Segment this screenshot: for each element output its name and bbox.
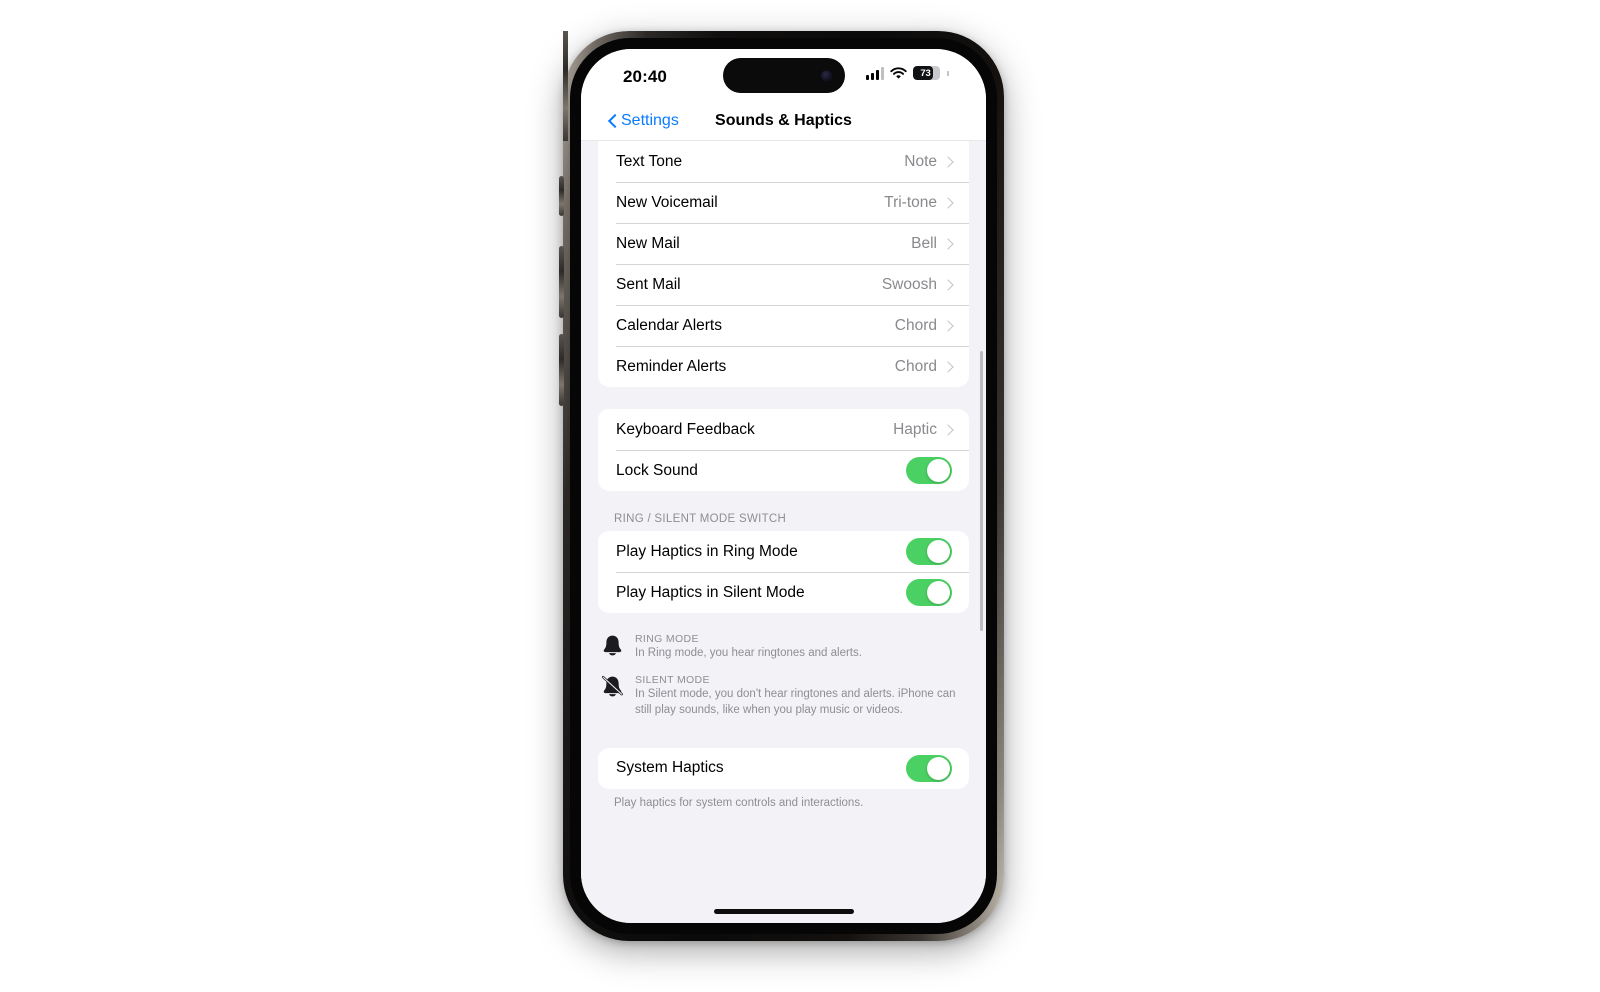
row-value: Tri-tone: [884, 193, 937, 211]
navigation-bar: Settings Sounds & Haptics: [581, 101, 986, 141]
chevron-right-icon: [944, 237, 952, 250]
volume-down-button[interactable]: [559, 334, 564, 406]
row-label: Play Haptics in Silent Mode: [616, 583, 805, 601]
chevron-left-icon: [608, 113, 617, 129]
vertical-scrollbar[interactable]: [980, 351, 983, 631]
system-haptics-footer: Play haptics for system controls and int…: [614, 796, 864, 809]
table-row[interactable]: New Mail Bell: [598, 223, 969, 264]
table-row[interactable]: Play Haptics in Ring Mode: [598, 531, 969, 572]
wifi-icon: [890, 66, 907, 80]
chevron-right-icon: [944, 196, 952, 209]
front-camera-icon: [820, 70, 832, 81]
back-button[interactable]: Settings: [608, 112, 679, 130]
chevron-right-icon: [944, 319, 952, 332]
row-label: Sent Mail: [616, 275, 681, 293]
row-label: Calendar Alerts: [616, 316, 722, 334]
ring-silent-group: Play Haptics in Ring Mode Play Haptics i…: [598, 531, 969, 613]
info-row-silent-mode: Silent Mode In Silent mode, you don't he…: [599, 674, 968, 718]
row-label: Keyboard Feedback: [616, 420, 755, 438]
chevron-right-icon: [944, 155, 952, 168]
toggle-knob: [927, 540, 950, 563]
row-label: Lock Sound: [616, 461, 698, 479]
settings-scroll-view[interactable]: Text Tone Note New Voicemail Tri-tone Ne…: [581, 141, 986, 923]
info-row-ring-mode: Ring Mode In Ring mode, you hear rington…: [599, 633, 968, 661]
cellular-bars-icon: [866, 66, 884, 80]
page-title: Sounds & Haptics: [715, 111, 852, 129]
ring-silent-info-block: Ring Mode In Ring mode, you hear rington…: [581, 613, 986, 718]
bell-icon: [599, 633, 625, 657]
toggle-knob: [927, 756, 950, 780]
status-bar: 20:40 73: [581, 49, 986, 101]
iphone-screen: 20:40 73 Settings Sounds & Haptics Text …: [581, 49, 986, 923]
info-description: In Ring mode, you hear ringtones and ale…: [635, 647, 862, 659]
chevron-right-icon: [944, 278, 952, 291]
table-row[interactable]: New Voicemail Tri-tone: [598, 182, 969, 223]
table-row[interactable]: Lock Sound: [598, 450, 969, 491]
action-button[interactable]: [559, 176, 564, 216]
table-row[interactable]: Text Tone Note: [598, 141, 969, 182]
table-row[interactable]: System Haptics: [598, 748, 969, 789]
system-haptics-group: System Haptics: [598, 747, 969, 789]
table-row[interactable]: Reminder Alerts Chord: [598, 346, 969, 387]
play-haptics-silent-mode-toggle[interactable]: [906, 579, 952, 606]
row-label: Reminder Alerts: [616, 357, 727, 375]
lock-sound-toggle[interactable]: [906, 457, 952, 484]
row-label: New Voicemail: [616, 193, 718, 211]
table-row[interactable]: Keyboard Feedback Haptic: [598, 409, 969, 450]
status-bar-clock: 20:40: [623, 67, 667, 86]
bell-slash-icon: [599, 674, 625, 698]
battery-icon: 73: [913, 66, 940, 80]
info-title: Ring Mode: [635, 633, 699, 645]
battery-percent-label: 73: [920, 67, 931, 79]
power-button[interactable]: [563, 31, 568, 141]
row-label: Text Tone: [616, 152, 683, 170]
play-haptics-ring-mode-toggle[interactable]: [906, 538, 952, 565]
info-description: In Silent mode, you don't hear ringtones…: [635, 688, 956, 716]
row-value: Bell: [911, 234, 937, 252]
info-text: Silent Mode In Silent mode, you don't he…: [635, 674, 968, 718]
volume-up-button[interactable]: [559, 246, 564, 318]
chevron-right-icon: [944, 360, 952, 373]
home-indicator[interactable]: [713, 909, 854, 914]
row-value: Swoosh: [881, 275, 937, 293]
info-title: Silent Mode: [635, 674, 710, 687]
dynamic-island: [722, 58, 845, 93]
status-bar-indicators: 73: [866, 66, 949, 80]
alert-sounds-group: Text Tone Note New Voicemail Tri-tone Ne…: [598, 141, 969, 387]
row-value: Note: [904, 152, 937, 170]
table-row[interactable]: Play Haptics in Silent Mode: [598, 572, 969, 613]
info-text: Ring Mode In Ring mode, you hear rington…: [635, 633, 968, 661]
table-row[interactable]: Sent Mail Swoosh: [598, 264, 969, 305]
table-row[interactable]: Calendar Alerts Chord: [598, 305, 969, 346]
system-haptics-toggle[interactable]: [906, 754, 952, 782]
row-label: System Haptics: [616, 759, 724, 777]
row-value: Haptic: [893, 420, 937, 438]
keyboard-lock-group: Keyboard Feedback Haptic Lock Sound: [598, 409, 969, 491]
row-label: Play Haptics in Ring Mode: [616, 542, 798, 560]
iphone-device-frame: 20:40 73 Settings Sounds & Haptics Text …: [559, 31, 1004, 941]
row-label: New Mail: [616, 234, 680, 252]
device-bezel: 20:40 73 Settings Sounds & Haptics Text …: [570, 38, 997, 934]
chevron-right-icon: [944, 423, 952, 436]
row-value: Chord: [894, 316, 937, 334]
ring-silent-section-header: Ring / Silent Mode Switch: [614, 513, 787, 525]
back-button-label: Settings: [621, 111, 679, 129]
battery-terminal-icon: [947, 70, 949, 76]
screenshot-stage: 20:40 73 Settings Sounds & Haptics Text …: [0, 0, 1600, 992]
row-value: Chord: [894, 357, 937, 375]
toggle-knob: [927, 459, 950, 482]
toggle-knob: [927, 581, 950, 604]
